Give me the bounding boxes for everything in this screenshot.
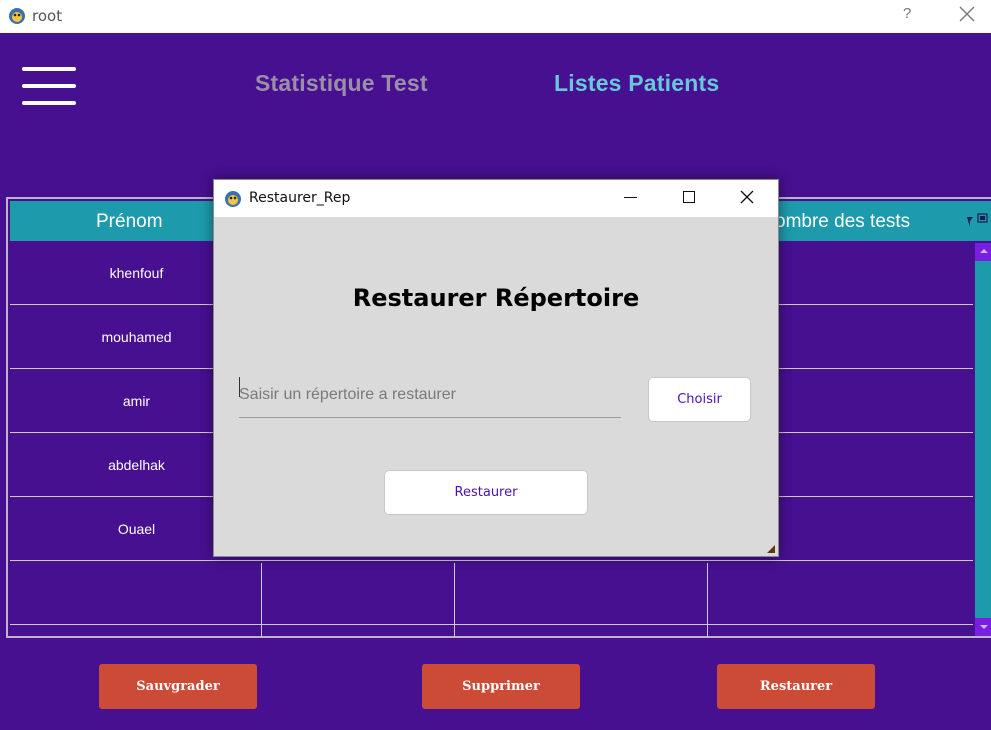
close-icon[interactable]: [958, 5, 976, 23]
dialog-restore-button[interactable]: Restaurer: [384, 470, 588, 515]
app-icon: [9, 8, 25, 24]
column-header-prenom[interactable]: Prénom: [96, 211, 163, 233]
column-divider: [454, 563, 455, 637]
save-button[interactable]: Sauvgrader: [99, 664, 257, 709]
delete-button[interactable]: Supprimer: [422, 664, 580, 709]
minimize-icon[interactable]: [624, 197, 637, 198]
column-divider: [261, 563, 262, 637]
nav-listes-patients[interactable]: Listes Patients: [554, 70, 719, 97]
window-title: root: [32, 7, 63, 25]
dialog-titlebar: Restaurer_Rep: [214, 180, 778, 217]
column-divider: [707, 563, 708, 637]
hamburger-menu-icon[interactable]: [22, 67, 76, 107]
help-button[interactable]: ?: [903, 5, 911, 22]
table-scrollbar[interactable]: [975, 243, 991, 636]
window-titlebar: root ?: [0, 0, 991, 33]
maximize-icon[interactable]: [683, 191, 695, 203]
scroll-up-icon[interactable]: [975, 243, 991, 261]
close-icon[interactable]: [740, 190, 754, 204]
nav-statistique-test[interactable]: Statistique Test: [255, 70, 428, 97]
resize-grip-icon[interactable]: [767, 545, 775, 553]
table-corner-icon[interactable]: [965, 213, 989, 231]
dialog-title: Restaurer_Rep: [249, 190, 351, 206]
directory-input[interactable]: [239, 372, 621, 418]
choose-button[interactable]: Choisir: [648, 377, 751, 422]
table-row[interactable]: [10, 561, 973, 625]
column-header-tests[interactable]: ombre des tests: [775, 211, 910, 233]
dialog-heading: Restaurer Répertoire: [352, 284, 640, 312]
app-icon: [225, 191, 241, 207]
text-caret: [239, 377, 240, 397]
restore-dialog: Restaurer_Rep Restaurer Répertoire Chois…: [213, 179, 779, 557]
restore-button[interactable]: Restaurer: [717, 664, 875, 709]
scroll-down-icon[interactable]: [975, 618, 991, 636]
